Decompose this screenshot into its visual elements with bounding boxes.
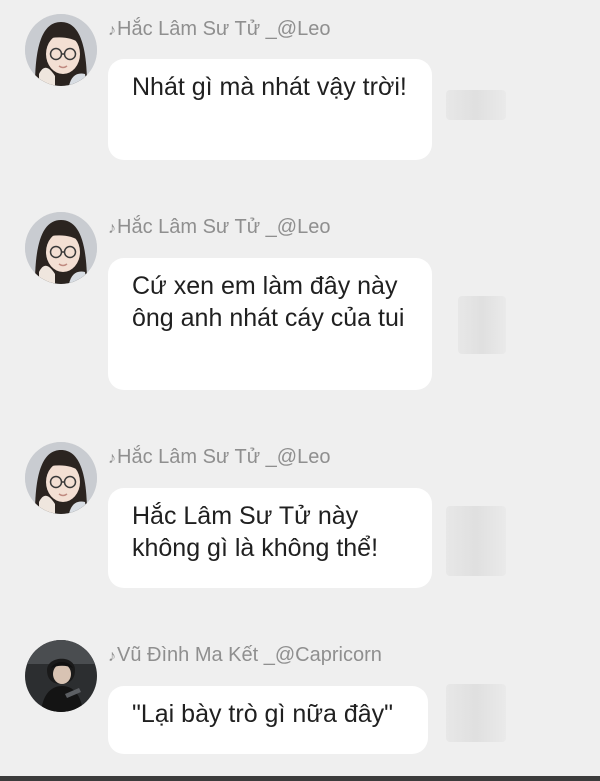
message-text: Nhát gì mà nhát vậy trời! (132, 73, 407, 101)
music-note-icon: ♪ (108, 648, 116, 665)
sender-name[interactable]: ♪Hắc Lâm Sư Tử _@Leo (108, 216, 330, 239)
message-bubble[interactable]: "Lại bày trò gì nữa đây" (108, 686, 428, 754)
girl-avatar-icon[interactable] (25, 212, 97, 284)
girl-avatar-icon[interactable] (25, 442, 97, 514)
sender-name[interactable]: ♪Hắc Lâm Sư Tử _@Leo (108, 18, 330, 41)
message-bubble[interactable]: Cứ xen em làm đây này ông anh nhát cáy c… (108, 258, 432, 390)
message-text: Hắc Lâm Sư Tử này không gì là không thể! (132, 502, 379, 562)
chat-thread: ♪Hắc Lâm Sư Tử _@Leo Nhát gì mà nhát vậy… (0, 0, 600, 781)
message-text: "Lại bày trò gì nữa đây" (132, 700, 394, 728)
message-bubble[interactable]: Nhát gì mà nhát vậy trời! (108, 59, 432, 160)
music-note-icon: ♪ (108, 450, 116, 467)
message-text: Cứ xen em làm đây này ông anh nhát cáy c… (132, 272, 405, 332)
sender-name[interactable]: ♪Vũ Đình Ma Kết _@Capricorn (108, 644, 382, 667)
girl-avatar-icon[interactable] (25, 14, 97, 86)
blurred-region (446, 506, 506, 576)
music-note-icon: ♪ (108, 220, 116, 237)
blurred-region (458, 296, 506, 354)
boy-avatar-icon[interactable] (25, 640, 97, 712)
blurred-region (446, 90, 506, 120)
sender-name[interactable]: ♪Hắc Lâm Sư Tử _@Leo (108, 446, 330, 469)
music-note-icon: ♪ (108, 22, 116, 39)
bottom-edge-bar (0, 776, 600, 781)
blurred-region (446, 684, 506, 742)
message-bubble[interactable]: Hắc Lâm Sư Tử này không gì là không thể! (108, 488, 432, 588)
